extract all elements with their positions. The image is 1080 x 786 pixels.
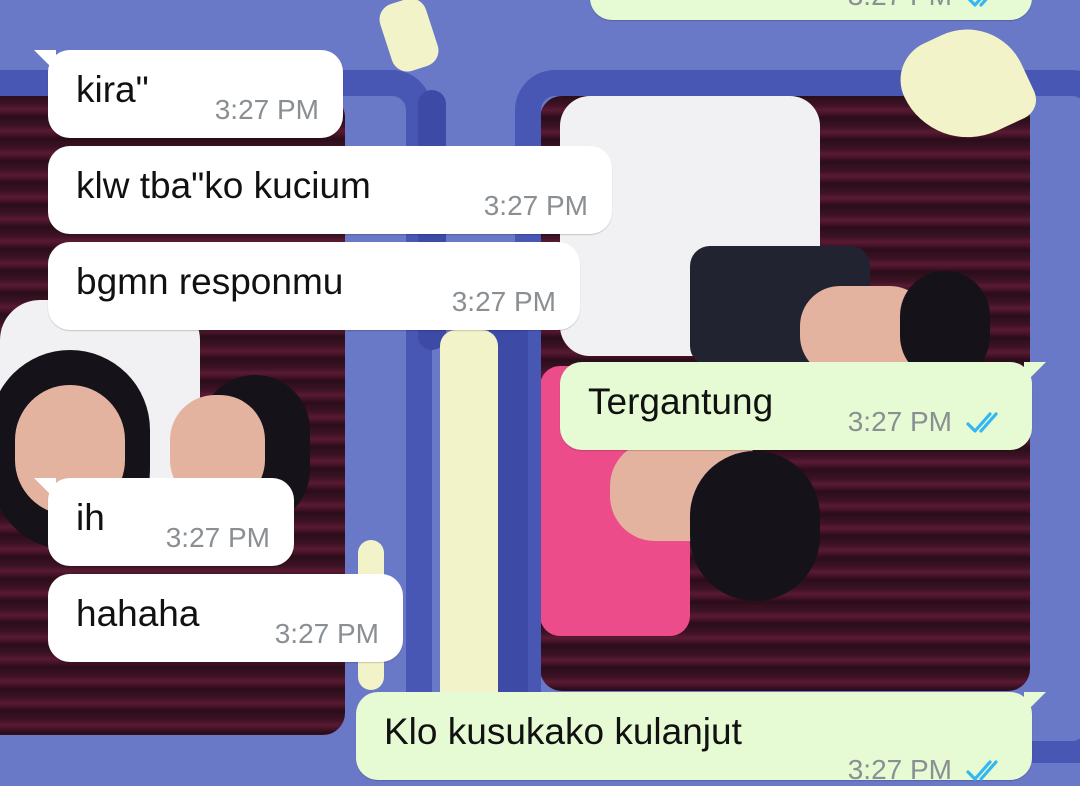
message-time: 3:27 PM — [451, 286, 556, 317]
message-bubble-incoming[interactable]: ih 3:27 PM — [34, 478, 294, 566]
message-time: 3:27 PM — [483, 190, 588, 221]
bubble-tail — [1024, 692, 1046, 714]
double-check-read-icon — [966, 760, 998, 781]
message-bubble-outgoing[interactable]: Klo kusukako kulanjut 3:27 PM — [356, 692, 1046, 785]
bubble-tail — [34, 478, 56, 500]
message-text: Tergantung — [588, 381, 774, 422]
message-time: 3:27 PM — [214, 94, 319, 125]
message-bubble-incoming[interactable]: hahaha 3:27 PM — [48, 574, 403, 662]
message-bubble-incoming[interactable]: kira" 3:27 PM — [34, 50, 343, 138]
message-text: bgmn responmu — [76, 261, 344, 302]
message-text: klw tba"ko kucium — [76, 165, 371, 206]
message-text: hahaha — [76, 593, 200, 634]
message-bubble-outgoing[interactable]: 3:27 PM — [590, 0, 1032, 20]
bubble-tail — [34, 50, 56, 72]
message-time: 3:27 PM — [274, 618, 379, 649]
message-bubble-incoming[interactable]: bgmn responmu 3:27 PM — [48, 242, 580, 330]
double-check-read-icon — [966, 412, 998, 433]
double-check-read-icon — [967, 0, 988, 7]
message-time: 3:27 PM — [847, 406, 952, 437]
message-text: Klo kusukako kulanjut — [384, 711, 742, 752]
message-time: 3:27 PM — [165, 522, 270, 553]
message-time: 3:27 PM — [848, 0, 952, 12]
bubble-tail — [1024, 362, 1046, 384]
message-text: ih — [76, 497, 105, 538]
message-bubble-outgoing[interactable]: Tergantung 3:27 PM — [560, 362, 1046, 450]
message-bubble-incoming[interactable]: klw tba"ko kucium 3:27 PM — [48, 146, 612, 234]
wallpaper-brush-stroke — [375, 0, 443, 76]
message-time: 3:27 PM — [847, 754, 952, 785]
message-text: kira" — [76, 69, 149, 110]
